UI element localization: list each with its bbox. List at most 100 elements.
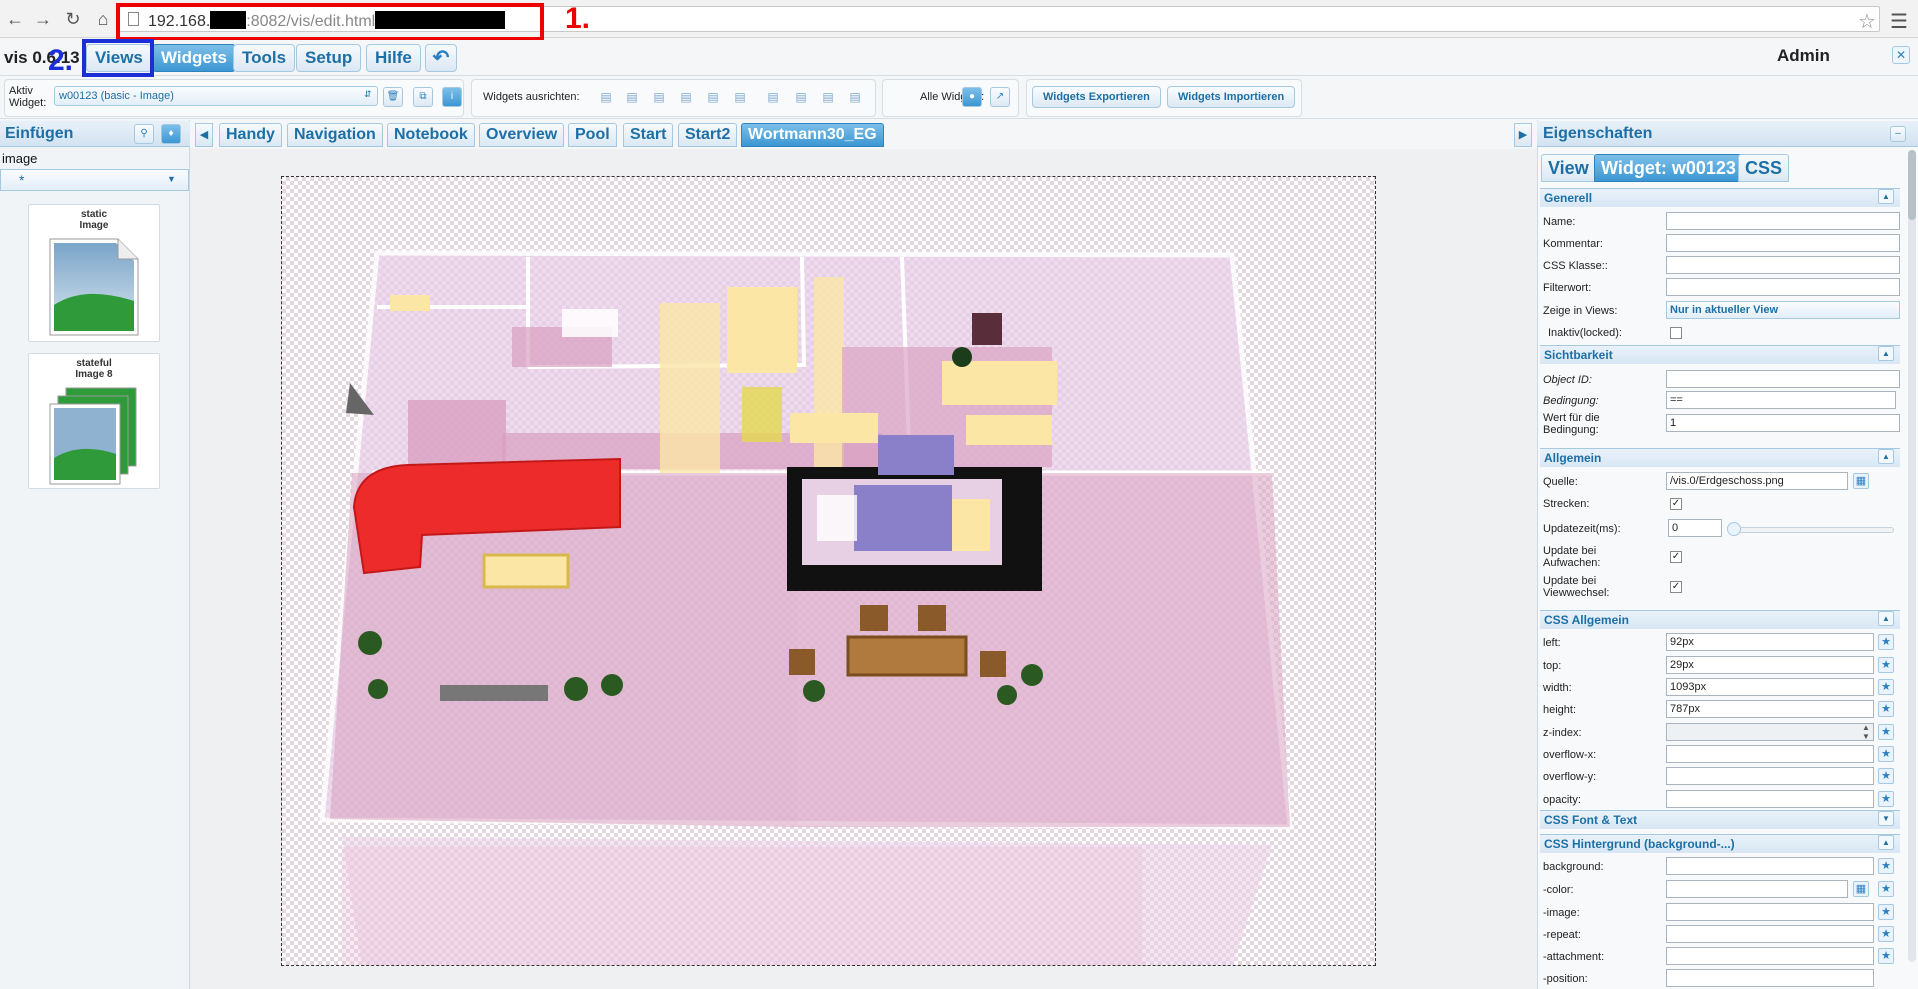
star-icon[interactable]: ★ [1878, 634, 1894, 650]
color-picker-icon[interactable]: ▦ [1853, 881, 1869, 897]
collapse-icon[interactable]: ▲ [1878, 346, 1894, 361]
inaktiv-checkbox[interactable] [1670, 327, 1682, 339]
background-input[interactable] [1666, 857, 1874, 875]
forward-icon[interactable]: → [32, 8, 54, 30]
zindex-spinner[interactable] [1666, 723, 1874, 741]
updatezeit-slider[interactable] [1730, 527, 1894, 533]
undo-icon[interactable]: ↶ [425, 44, 457, 72]
delete-icon[interactable]: 🗑 [383, 87, 403, 107]
update-aufwachen-checkbox[interactable]: ✓ [1670, 551, 1682, 563]
updatezeit-input[interactable]: 0 [1668, 519, 1722, 537]
star-icon[interactable]: ★ [1878, 926, 1894, 942]
image-widget-w00123[interactable] [281, 176, 1376, 966]
align-top-icon[interactable]: ▤ [649, 87, 669, 107]
menu-setup[interactable]: Setup [296, 44, 362, 72]
tab-widget[interactable]: Widget: w00123 [1594, 154, 1743, 182]
section-css-allgemein[interactable]: CSS Allgemein [1540, 610, 1900, 629]
star-icon[interactable]: ★ [1878, 724, 1894, 740]
star-icon[interactable]: ★ [1878, 904, 1894, 920]
align-bottom-icon[interactable]: ▤ [676, 87, 696, 107]
left-input[interactable]: 92px [1666, 633, 1874, 651]
tab-pool[interactable]: Pool [568, 123, 617, 147]
bg-repeat-select[interactable] [1666, 925, 1874, 943]
browser-menu-icon[interactable]: ☰ [1890, 9, 1908, 34]
bg-color-input[interactable] [1666, 880, 1848, 898]
minimize-icon[interactable]: – [1890, 126, 1906, 142]
bg-position-input[interactable] [1666, 969, 1874, 987]
search-icon[interactable]: ⚲ [134, 124, 154, 144]
section-sichtbarkeit[interactable]: Sichtbarkeit [1540, 345, 1900, 364]
widget-set-select[interactable]: * [0, 169, 189, 191]
widget-card-static-image[interactable]: static Image [28, 204, 160, 342]
update-viewwechsel-checkbox[interactable]: ✓ [1670, 581, 1682, 593]
star-icon[interactable]: ★ [1878, 858, 1894, 874]
css-klasse-input[interactable] [1666, 256, 1900, 274]
distribute-v-icon[interactable]: ▤ [791, 87, 811, 107]
menu-tools[interactable]: Tools [233, 44, 296, 72]
menu-widgets[interactable]: Widgets [152, 44, 236, 72]
active-widget-select[interactable]: w00123 (basic - Image) [54, 86, 378, 106]
file-browse-icon[interactable]: ▦ [1853, 473, 1869, 489]
star-icon[interactable]: ★ [1878, 679, 1894, 695]
align-center-v-icon[interactable]: ▤ [703, 87, 723, 107]
collapse-icon[interactable]: ▲ [1878, 611, 1894, 626]
star-icon[interactable]: ★ [1878, 881, 1894, 897]
star-icon[interactable]: ★ [1878, 657, 1894, 673]
kommentar-input[interactable] [1666, 234, 1900, 252]
import-widgets-button[interactable]: Widgets Importieren [1167, 86, 1296, 108]
width-input[interactable]: 1093px [1666, 678, 1874, 696]
height-input[interactable]: 787px [1666, 700, 1874, 718]
tab-wortmann30-eg[interactable]: Wortmann30_EG [741, 123, 884, 147]
star-icon[interactable]: ★ [1878, 746, 1894, 762]
same-height-icon[interactable]: ▤ [845, 87, 865, 107]
close-icon[interactable]: ✕ [1892, 46, 1910, 64]
collapse-icon[interactable]: ▲ [1878, 449, 1894, 464]
wert-input[interactable]: 1 [1666, 414, 1900, 432]
tab-view[interactable]: View [1541, 154, 1596, 182]
overflow-x-select[interactable] [1666, 745, 1874, 763]
star-icon[interactable]: ★ [1878, 768, 1894, 784]
filterwort-input[interactable] [1666, 278, 1900, 296]
top-input[interactable]: 29px [1666, 656, 1874, 674]
align-right-icon[interactable]: ▤ [622, 87, 642, 107]
tab-handy[interactable]: Handy [219, 123, 282, 147]
tab-start2[interactable]: Start2 [678, 123, 738, 147]
info-icon[interactable]: i [442, 87, 462, 107]
tab-navigation[interactable]: Navigation [287, 123, 383, 147]
overflow-y-select[interactable] [1666, 767, 1874, 785]
star-icon[interactable]: ★ [1878, 791, 1894, 807]
back-icon[interactable]: ← [4, 8, 26, 30]
align-left-icon[interactable]: ▤ [596, 87, 616, 107]
tag-icon[interactable]: ♦ [161, 124, 181, 144]
tab-overview[interactable]: Overview [479, 123, 565, 147]
reload-icon[interactable]: ↻ [62, 8, 84, 30]
zeige-in-views-select[interactable]: Nur in aktueller View [1666, 301, 1900, 319]
section-generell[interactable]: Generell [1540, 188, 1900, 207]
slider-handle[interactable] [1727, 522, 1741, 536]
external-link-icon[interactable]: ↗ [990, 87, 1010, 107]
strecken-checkbox[interactable]: ✓ [1670, 498, 1682, 510]
expand-icon[interactable]: ▼ [1878, 811, 1894, 826]
bg-attachment-select[interactable] [1666, 947, 1874, 965]
opacity-input[interactable] [1666, 790, 1874, 808]
bookmark-star-icon[interactable]: ☆ [1858, 9, 1876, 34]
section-allgemein[interactable]: Allgemein [1540, 448, 1900, 467]
star-icon[interactable]: ★ [1878, 948, 1894, 964]
tab-css[interactable]: CSS [1738, 154, 1790, 182]
home-icon[interactable]: ⌂ [92, 8, 114, 30]
bg-image-input[interactable] [1666, 903, 1874, 921]
tab-start[interactable]: Start [623, 123, 674, 147]
widget-filter-input[interactable]: image [2, 151, 37, 166]
object-id-input[interactable] [1666, 370, 1900, 388]
same-width-icon[interactable]: ▤ [818, 87, 838, 107]
export-widgets-button[interactable]: Widgets Exportieren [1032, 86, 1161, 108]
collapse-icon[interactable]: ▲ [1878, 835, 1894, 850]
bedingung-select[interactable]: == [1666, 391, 1896, 409]
collapse-icon[interactable]: ▲ [1878, 189, 1894, 204]
lock-icon[interactable]: ● [962, 87, 982, 107]
copy-icon[interactable]: ⧉ [413, 87, 433, 107]
align-center-h-icon[interactable]: ▤ [730, 87, 750, 107]
section-css-font[interactable]: CSS Font & Text [1540, 810, 1900, 829]
spinner-arrows-icon[interactable]: ▲ ▼ [1862, 723, 1870, 741]
star-icon[interactable]: ★ [1878, 701, 1894, 717]
